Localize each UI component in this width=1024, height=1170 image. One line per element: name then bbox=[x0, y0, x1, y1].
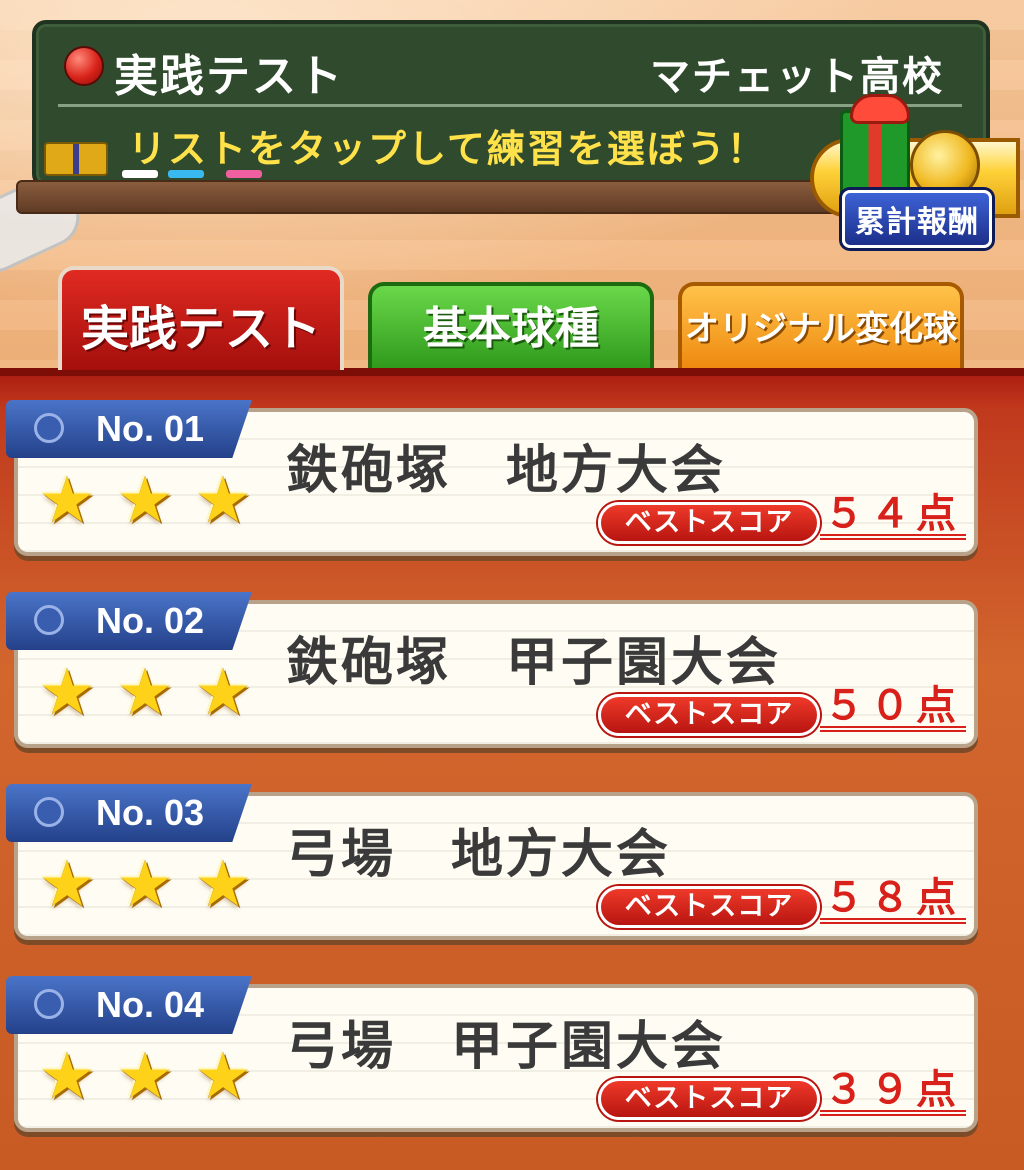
red-dot-icon bbox=[64, 46, 104, 86]
item-number: No. 03 bbox=[96, 792, 205, 833]
chalk-blue-icon bbox=[168, 170, 204, 178]
item-title: 鉄砲塚 甲子園大会 bbox=[286, 633, 782, 693]
baseball-icon bbox=[34, 413, 64, 443]
star-rating: ★ ★ ★ bbox=[32, 850, 258, 920]
item-title: 鉄砲塚 地方大会 bbox=[286, 441, 727, 501]
best-score-badge: ベストスコア bbox=[598, 694, 820, 736]
item-title: 弓場 甲子園大会 bbox=[286, 1017, 727, 1077]
board-hint: リストをタップして練習を選ぼう！ bbox=[128, 127, 767, 171]
list-item[interactable]: No. 03 ★ ★ ★ 弓場 地方大会 ベストスコア ５８点 bbox=[6, 784, 978, 940]
baseball-icon bbox=[34, 605, 64, 635]
star-icon: ★ bbox=[194, 1040, 252, 1114]
best-score-value: ３９点 bbox=[820, 1068, 966, 1116]
baseball-icon bbox=[34, 989, 64, 1019]
best-score-badge: ベストスコア bbox=[598, 502, 820, 544]
list-item[interactable]: No. 04 ★ ★ ★ 弓場 甲子園大会 ベストスコア ３９点 bbox=[6, 976, 978, 1132]
star-icon: ★ bbox=[116, 656, 174, 730]
item-number: No. 01 bbox=[96, 408, 205, 449]
star-icon: ★ bbox=[38, 848, 96, 922]
gift-bow-icon bbox=[850, 94, 910, 124]
star-icon: ★ bbox=[116, 848, 174, 922]
tab-original-breaking-ball[interactable]: オリジナル変化球 bbox=[678, 282, 964, 368]
chalk-pink-icon bbox=[226, 170, 262, 178]
cumulative-reward-button[interactable]: 累計報酬 bbox=[800, 94, 1020, 250]
item-title: 弓場 地方大会 bbox=[286, 825, 672, 885]
reward-label: 累計報酬 bbox=[842, 190, 992, 248]
star-rating: ★ ★ ★ bbox=[32, 466, 258, 536]
board-title: 実践テスト bbox=[114, 51, 344, 102]
star-icon: ★ bbox=[38, 1040, 96, 1114]
star-icon: ★ bbox=[194, 848, 252, 922]
best-score-value: ５４点 bbox=[820, 492, 966, 540]
star-icon: ★ bbox=[38, 464, 96, 538]
best-score-value: ５８点 bbox=[820, 876, 966, 924]
school-name: マチェット高校 bbox=[650, 54, 944, 100]
item-number: No. 02 bbox=[96, 600, 205, 641]
tab-basic-pitches[interactable]: 基本球種 bbox=[368, 282, 654, 368]
star-icon: ★ bbox=[194, 656, 252, 730]
star-icon: ★ bbox=[116, 464, 174, 538]
best-score-value: ５０点 bbox=[820, 684, 966, 732]
list-item[interactable]: No. 02 ★ ★ ★ 鉄砲塚 甲子園大会 ベストスコア ５０点 bbox=[6, 592, 978, 748]
star-rating: ★ ★ ★ bbox=[32, 658, 258, 728]
star-icon: ★ bbox=[116, 1040, 174, 1114]
star-icon: ★ bbox=[38, 656, 96, 730]
item-number: No. 04 bbox=[96, 984, 205, 1025]
list-item[interactable]: No. 01 ★ ★ ★ 鉄砲塚 地方大会 ベストスコア ５４点 bbox=[6, 400, 978, 556]
eraser-icon bbox=[44, 142, 108, 176]
star-icon: ★ bbox=[194, 464, 252, 538]
star-rating: ★ ★ ★ bbox=[32, 1042, 258, 1112]
tab-practical-test[interactable]: 実践テスト bbox=[58, 266, 344, 370]
chalk-white-icon bbox=[122, 170, 158, 178]
best-score-badge: ベストスコア bbox=[598, 886, 820, 928]
baseball-icon bbox=[34, 797, 64, 827]
best-score-badge: ベストスコア bbox=[598, 1078, 820, 1120]
